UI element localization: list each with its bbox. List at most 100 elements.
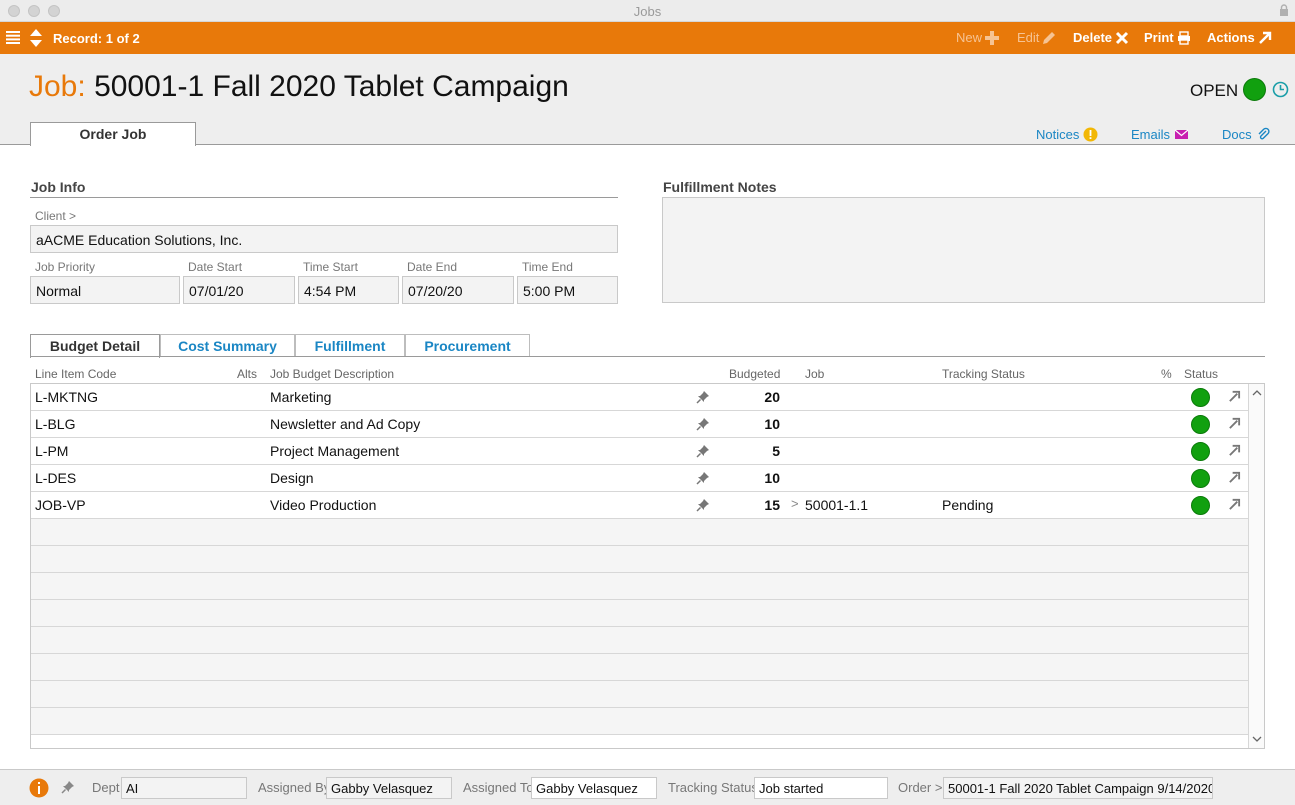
jump-arrow-icon[interactable] xyxy=(1228,417,1241,430)
job-value[interactable]: 50001-1.1 xyxy=(805,497,868,513)
assigned-by-field[interactable]: Gabby Velasquez xyxy=(326,777,452,799)
job-priority-field[interactable]: Normal xyxy=(30,276,180,304)
job-title-label: Job: xyxy=(29,70,86,103)
pin-icon[interactable] xyxy=(696,471,710,485)
table-row[interactable]: L-PM Project Management 5 xyxy=(31,438,1248,465)
empty-table-row[interactable] xyxy=(31,573,1248,600)
plus-icon xyxy=(985,30,1000,45)
delete-button-label: Delete xyxy=(1073,30,1113,45)
order-field[interactable]: 50001-1 Fall 2020 Tablet Campaign 9/14/2… xyxy=(943,777,1213,799)
tab-order-job[interactable]: Order Job xyxy=(30,122,196,146)
time-start-field[interactable]: 4:54 PM xyxy=(298,276,399,304)
jump-arrow-icon[interactable] xyxy=(1228,444,1241,457)
fulfillment-notes-input[interactable] xyxy=(662,197,1265,303)
jump-arrow-icon[interactable] xyxy=(1228,471,1241,484)
actions-button[interactable]: Actions xyxy=(1207,30,1272,45)
table-row[interactable]: L-DES Design 10 xyxy=(31,465,1248,492)
info-icon[interactable] xyxy=(29,778,49,798)
empty-table-row[interactable] xyxy=(31,519,1248,546)
print-button[interactable]: Print xyxy=(1144,30,1191,45)
date-start-label: Date Start xyxy=(188,260,243,274)
empty-table-row[interactable] xyxy=(31,627,1248,654)
edit-button[interactable]: Edit xyxy=(1017,30,1056,45)
assigned-to-field[interactable]: Gabby Velasquez xyxy=(531,777,657,799)
column-header-description[interactable]: Job Budget Description xyxy=(270,367,394,381)
table-row[interactable]: L-MKTNG Marketing 20 xyxy=(31,384,1248,411)
window-title: Jobs xyxy=(633,4,662,19)
dept-field[interactable]: AI xyxy=(121,777,247,799)
delete-button[interactable]: Delete xyxy=(1073,30,1129,45)
jump-arrow-icon[interactable] xyxy=(1228,390,1241,403)
scroll-up-icon[interactable] xyxy=(1252,389,1262,397)
date-end-label: Date End xyxy=(407,260,458,274)
tracking-status-field[interactable]: Job started xyxy=(754,777,888,799)
line-item-code: L-PM xyxy=(35,443,69,459)
scroll-down-icon[interactable] xyxy=(1252,735,1262,743)
emails-link[interactable]: Emails xyxy=(1131,127,1189,142)
pin-icon[interactable] xyxy=(696,444,710,458)
actions-button-label: Actions xyxy=(1207,30,1255,45)
pin-icon[interactable] xyxy=(696,417,710,431)
warning-icon xyxy=(1083,127,1098,142)
x-icon xyxy=(1115,31,1129,44)
status-indicator-icon[interactable] xyxy=(1191,469,1210,488)
status-indicator-icon[interactable] xyxy=(1191,415,1210,434)
empty-table-row[interactable] xyxy=(31,681,1248,708)
toolbar: Record: 1 of 2 New Edit Delete Print Act… xyxy=(0,22,1295,54)
column-header-code[interactable]: Line Item Code xyxy=(35,367,116,381)
budget-detail-table: L-MKTNG Marketing 20 L-BLG Newsletter and Ad… xyxy=(30,383,1265,749)
tab-cost-summary[interactable]: Cost Summary xyxy=(160,334,295,357)
menu-icon[interactable] xyxy=(6,31,20,44)
date-start-field[interactable]: 07/01/20 xyxy=(183,276,295,304)
column-header-percent[interactable]: % xyxy=(1161,367,1172,381)
table-scrollbar[interactable] xyxy=(1248,384,1264,748)
status-indicator-icon[interactable] xyxy=(1243,78,1266,101)
column-header-tracking[interactable]: Tracking Status xyxy=(942,367,1025,381)
time-end-field[interactable]: 5:00 PM xyxy=(517,276,618,304)
budgeted-value: 15 xyxy=(764,497,780,513)
job-budget-description: Project Management xyxy=(270,443,400,459)
pin-icon[interactable] xyxy=(696,390,710,404)
job-budget-description: Video Production xyxy=(270,497,377,513)
table-row[interactable]: L-BLG Newsletter and Ad Copy 10 xyxy=(31,411,1248,438)
job-budget-description: Newsletter and Ad Copy xyxy=(270,416,421,432)
client-field[interactable]: aACME Education Solutions, Inc. xyxy=(30,225,618,253)
jump-arrow-icon[interactable] xyxy=(1228,498,1241,511)
new-button[interactable]: New xyxy=(956,30,1000,45)
notices-link[interactable]: Notices xyxy=(1036,127,1098,142)
footer-bar: Dept AI Assigned By Gabby Velasquez Assi… xyxy=(0,769,1295,805)
tab-procurement[interactable]: Procurement xyxy=(405,334,530,357)
record-counter: Record: 1 of 2 xyxy=(53,31,140,46)
column-header-job[interactable]: Job xyxy=(805,367,824,381)
record-navigation-icon[interactable] xyxy=(29,27,43,49)
date-end-field[interactable]: 07/20/20 xyxy=(402,276,514,304)
docs-link[interactable]: Docs xyxy=(1222,127,1271,142)
order-link-label[interactable]: Order > xyxy=(898,780,942,795)
pin-icon[interactable] xyxy=(61,780,75,794)
job-budget-description: Design xyxy=(270,470,314,486)
empty-table-row[interactable] xyxy=(31,546,1248,573)
edit-button-label: Edit xyxy=(1017,30,1040,45)
envelope-icon xyxy=(1174,129,1189,139)
table-row[interactable]: JOB-VP Video Production 15 >50001-1.1 Pendin… xyxy=(31,492,1248,519)
empty-table-row[interactable] xyxy=(31,708,1248,735)
pencil-icon xyxy=(1043,31,1056,44)
tab-budget-detail[interactable]: Budget Detail xyxy=(30,334,160,358)
tab-fulfillment[interactable]: Fulfillment xyxy=(295,334,405,357)
budgeted-value: 10 xyxy=(764,416,780,432)
column-header-alts[interactable]: Alts xyxy=(237,367,257,381)
client-link-label[interactable]: Client > xyxy=(35,209,76,223)
new-button-label: New xyxy=(956,30,983,45)
column-header-budgeted[interactable]: Budgeted xyxy=(729,367,780,381)
empty-table-row[interactable] xyxy=(31,600,1248,627)
clock-icon[interactable] xyxy=(1272,81,1289,98)
empty-table-row[interactable] xyxy=(31,654,1248,681)
pin-icon[interactable] xyxy=(696,498,710,512)
status-indicator-icon[interactable] xyxy=(1191,496,1210,515)
column-header-status[interactable]: Status xyxy=(1184,367,1218,381)
status-indicator-icon[interactable] xyxy=(1191,442,1210,461)
status-indicator-icon[interactable] xyxy=(1191,388,1210,407)
time-start-label: Time Start xyxy=(303,260,358,274)
time-end-label: Time End xyxy=(522,260,573,274)
job-link-chevron[interactable]: > xyxy=(791,496,799,511)
